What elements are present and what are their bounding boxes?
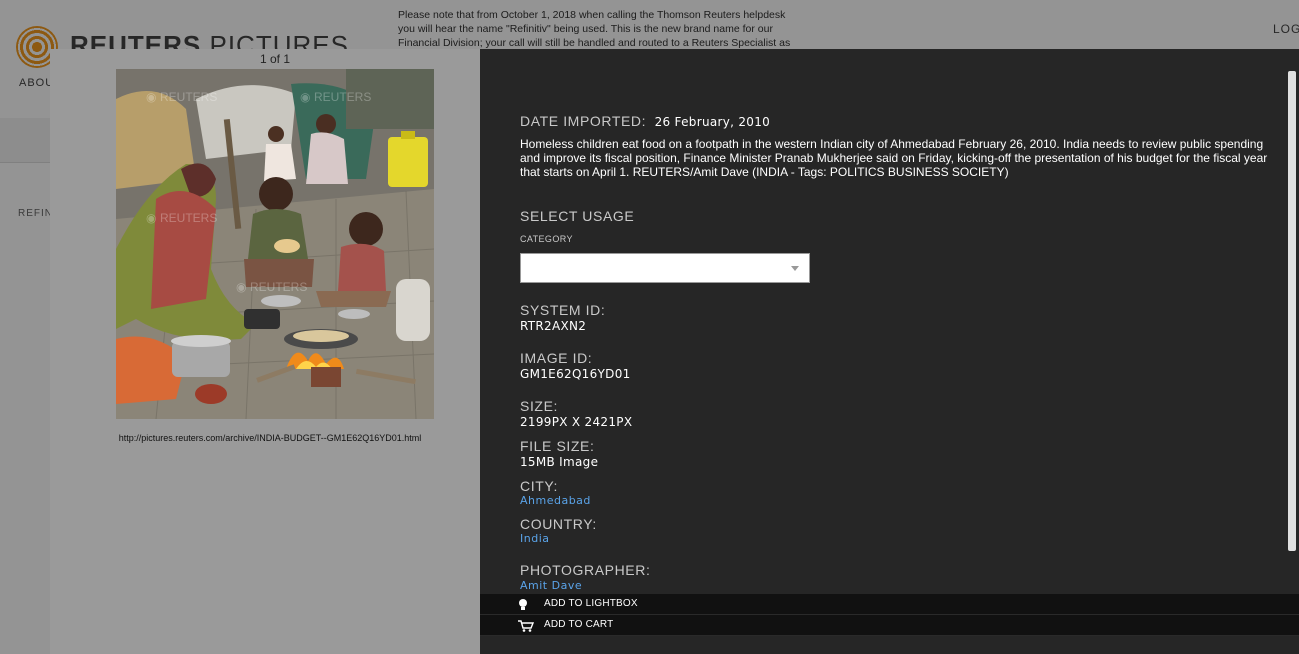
category-label: CATEGORY: [520, 234, 573, 244]
city-label: CITY:: [520, 478, 559, 494]
image-counter: 1 of 1: [259, 52, 291, 66]
image-detail-modal: 1 of 1 ◉ REUTERS ◉ REUTERS ◉ REUTERS ◉ R…: [50, 49, 1299, 654]
photographer-link[interactable]: Amit Dave: [520, 579, 582, 592]
action-bar: ADD TO LIGHTBOX ADD TO CART: [480, 594, 1299, 636]
watermark-3: REUTERS: [160, 211, 217, 225]
watermark-1: REUTERS: [160, 90, 217, 104]
lightbulb-icon: [518, 598, 532, 610]
svg-text:◉: ◉: [236, 280, 246, 294]
select-usage-heading: SELECT USAGE: [520, 208, 635, 224]
watermark-4: REUTERS: [250, 280, 307, 294]
category-select[interactable]: [520, 253, 810, 283]
add-to-cart-button[interactable]: ADD TO CART: [480, 615, 1299, 636]
chevron-down-icon: [791, 266, 799, 271]
watermark-2: REUTERS: [314, 90, 371, 104]
date-imported-value: 26 February, 2010: [654, 115, 771, 129]
svg-text:◉: ◉: [146, 211, 156, 225]
svg-text:◉: ◉: [300, 90, 310, 104]
system-id-value: RTR2AXN2: [520, 319, 587, 333]
file-size-value: 15MB Image: [520, 455, 599, 469]
country-link[interactable]: India: [520, 532, 550, 545]
city-link[interactable]: Ahmedabad: [520, 494, 591, 507]
svg-text:◉: ◉: [146, 90, 156, 104]
image-caption: Homeless children eat food on a footpath…: [520, 137, 1268, 179]
date-imported-label: DATE IMPORTED:: [520, 113, 647, 129]
details-scrollbar[interactable]: [1288, 71, 1296, 551]
image-viewer-pane: 1 of 1 ◉ REUTERS ◉ REUTERS ◉ REUTERS ◉ R…: [50, 49, 480, 654]
system-id-label: SYSTEM ID:: [520, 302, 606, 318]
image-details-panel: DATE IMPORTED: 26 February, 2010 Homeles…: [480, 49, 1299, 654]
image-id-value: GM1E62Q16YD01: [520, 367, 631, 381]
size-value: 2199PX X 2421PX: [520, 415, 633, 429]
file-size-label: FILE SIZE:: [520, 438, 595, 454]
news-photo[interactable]: ◉ REUTERS ◉ REUTERS ◉ REUTERS ◉ REUTERS: [116, 69, 434, 419]
date-imported: DATE IMPORTED: 26 February, 2010: [520, 113, 770, 131]
image-permalink[interactable]: http://pictures.reuters.com/archive/INDI…: [50, 433, 490, 443]
photographer-label: PHOTOGRAPHER:: [520, 562, 651, 578]
size-label: SIZE:: [520, 398, 559, 414]
cart-icon: [518, 619, 535, 632]
image-id-label: IMAGE ID:: [520, 350, 593, 366]
country-label: COUNTRY:: [520, 516, 597, 532]
add-to-lightbox-button[interactable]: ADD TO LIGHTBOX: [480, 594, 1299, 615]
add-to-cart-label: ADD TO CART: [544, 619, 614, 630]
add-to-lightbox-label: ADD TO LIGHTBOX: [544, 598, 638, 609]
